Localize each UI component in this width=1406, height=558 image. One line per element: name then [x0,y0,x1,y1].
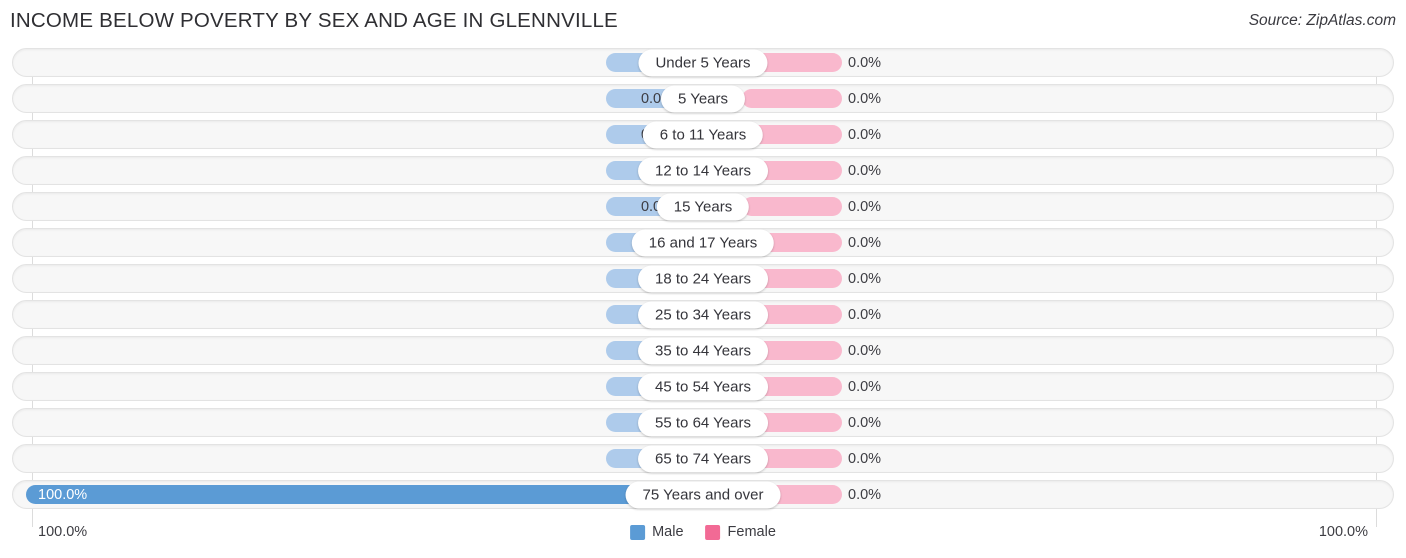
chart-legend: Male Female [630,524,776,540]
row-bar-zone: 0.0%0.0%Under 5 Years [0,45,1406,81]
table-row: 0.0%0.0%Under 5 Years [0,45,1406,81]
table-row: 0.0%0.0%18 to 24 Years [0,261,1406,297]
chart-header: INCOME BELOW POVERTY BY SEX AND AGE IN G… [0,0,1406,45]
page-title: INCOME BELOW POVERTY BY SEX AND AGE IN G… [10,9,618,32]
table-row: 0.0%0.0%6 to 11 Years [0,117,1406,153]
row-category-label: 5 Years [660,85,746,113]
bar-female[interactable] [742,197,842,216]
row-category-label: Under 5 Years [638,49,768,77]
table-row: 0.0%0.0%65 to 74 Years [0,441,1406,477]
table-row: 0.0%0.0%25 to 34 Years [0,297,1406,333]
chart-footer: 100.0% Male Female 100.0% [0,518,1406,558]
bar-female[interactable] [742,89,842,108]
legend-label-male: Male [652,524,684,540]
chart-rows: 0.0% 0.0% Under 5 Years 0.0% 0.0% 5 Years 0.0%… [0,45,1406,513]
row-category-label: 55 to 64 Years [638,409,768,437]
row-category-label: 35 to 44 Years [638,337,768,365]
table-row: 100.0% 0.0% 75 Years and over [0,477,1406,513]
bar-female-value: 0.0% [848,163,882,179]
bar-female-value: 0.0% [848,487,882,503]
row-category-label: 45 to 54 Years [638,373,768,401]
legend-swatch-female-icon [705,524,721,540]
row-bar-zone: 0.0%0.0%55 to 64 Years [0,405,1406,441]
table-row: 0.0% 0.0% 5 Years [0,81,1406,117]
chart-plot-area: 0.0% 0.0% Under 5 Years 0.0% 0.0% 5 Years 0.0%… [0,45,1406,527]
row-category-label: 15 Years [656,193,750,221]
row-category-label: 12 to 14 Years [638,157,768,185]
bar-female-value: 0.0% [848,379,882,395]
bar-female-value: 0.0% [848,343,882,359]
row-category-label: 25 to 34 Years [638,301,768,329]
table-row: 0.0%0.0%55 to 64 Years [0,405,1406,441]
row-category-label: 18 to 24 Years [638,265,768,293]
table-row: 0.0%0.0%15 Years [0,189,1406,225]
row-bar-zone: 0.0%0.0%6 to 11 Years [0,117,1406,153]
row-category-label: 6 to 11 Years [642,121,764,149]
bar-male-value-inline: 100.0% [38,486,88,503]
row-bar-zone: 0.0%0.0%16 and 17 Years [0,225,1406,261]
table-row: 0.0%0.0%45 to 54 Years [0,369,1406,405]
bar-female-value: 0.0% [848,55,882,71]
bar-female-value: 0.0% [848,235,882,251]
legend-label-female: Female [727,524,776,540]
row-bar-zone: 0.0%0.0%12 to 14 Years [0,153,1406,189]
row-bar-zone: 0.0%0.0%15 Years [0,189,1406,225]
bar-female-value: 0.0% [848,91,882,107]
bar-female-value: 0.0% [848,415,882,431]
row-bar-zone: 0.0%0.0%35 to 44 Years [0,333,1406,369]
chart-page: INCOME BELOW POVERTY BY SEX AND AGE IN G… [0,0,1406,558]
row-bar-zone: 0.0%0.0%25 to 34 Years [0,297,1406,333]
table-row: 0.0%0.0%16 and 17 Years [0,225,1406,261]
bar-female-value: 0.0% [848,127,882,143]
row-category-label: 65 to 74 Years [638,445,768,473]
axis-label-left: 100.0% [38,524,88,540]
bar-female-value: 0.0% [848,307,882,323]
row-category-label: 75 Years and over [625,481,781,509]
legend-swatch-male-icon [630,524,646,540]
row-bar-zone: 100.0% 0.0% 75 Years and over [0,477,1406,513]
row-bar-zone: 0.0%0.0%45 to 54 Years [0,369,1406,405]
table-row: 0.0%0.0%35 to 44 Years [0,333,1406,369]
axis-label-right: 100.0% [1318,524,1368,540]
row-bar-zone: 0.0%0.0%18 to 24 Years [0,261,1406,297]
source-attribution: Source: ZipAtlas.com [1248,12,1396,29]
row-category-label: 16 and 17 Years [631,229,775,257]
row-bar-zone: 0.0% 0.0% 5 Years [0,81,1406,117]
table-row: 0.0%0.0%12 to 14 Years [0,153,1406,189]
legend-item-male[interactable]: Male [630,524,684,540]
bar-female-value: 0.0% [848,451,882,467]
bar-female-value: 0.0% [848,271,882,287]
row-bar-zone: 0.0%0.0%65 to 74 Years [0,441,1406,477]
legend-item-female[interactable]: Female [705,524,776,540]
bar-female-value: 0.0% [848,199,882,215]
